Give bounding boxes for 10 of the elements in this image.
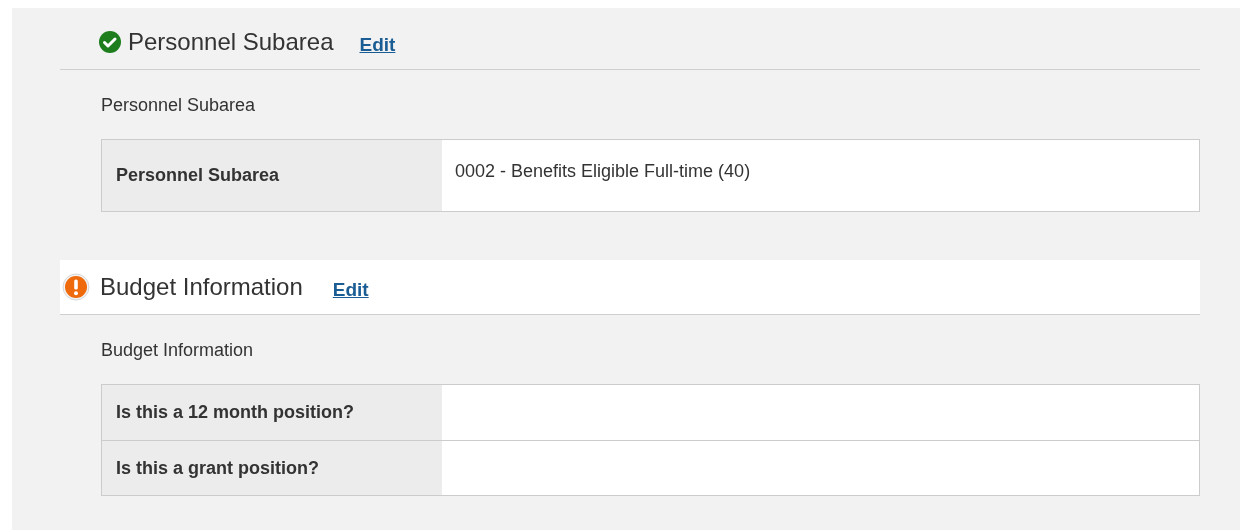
field-label: Personnel Subarea	[102, 140, 442, 211]
section-title: Budget Information	[100, 272, 303, 302]
edit-link[interactable]: Edit	[332, 275, 369, 305]
field-label: Is this a grant position?	[102, 441, 442, 495]
edit-link[interactable]: Edit	[359, 30, 396, 60]
section-title: Personnel Subarea	[128, 27, 334, 57]
section-subtitle: Budget Information	[101, 339, 255, 361]
section-subtitle: Personnel Subarea	[101, 94, 257, 116]
field-label: Is this a 12 month position?	[102, 385, 442, 440]
field-value: 0002 - Benefits Eligible Full-time (40)	[455, 161, 751, 181]
